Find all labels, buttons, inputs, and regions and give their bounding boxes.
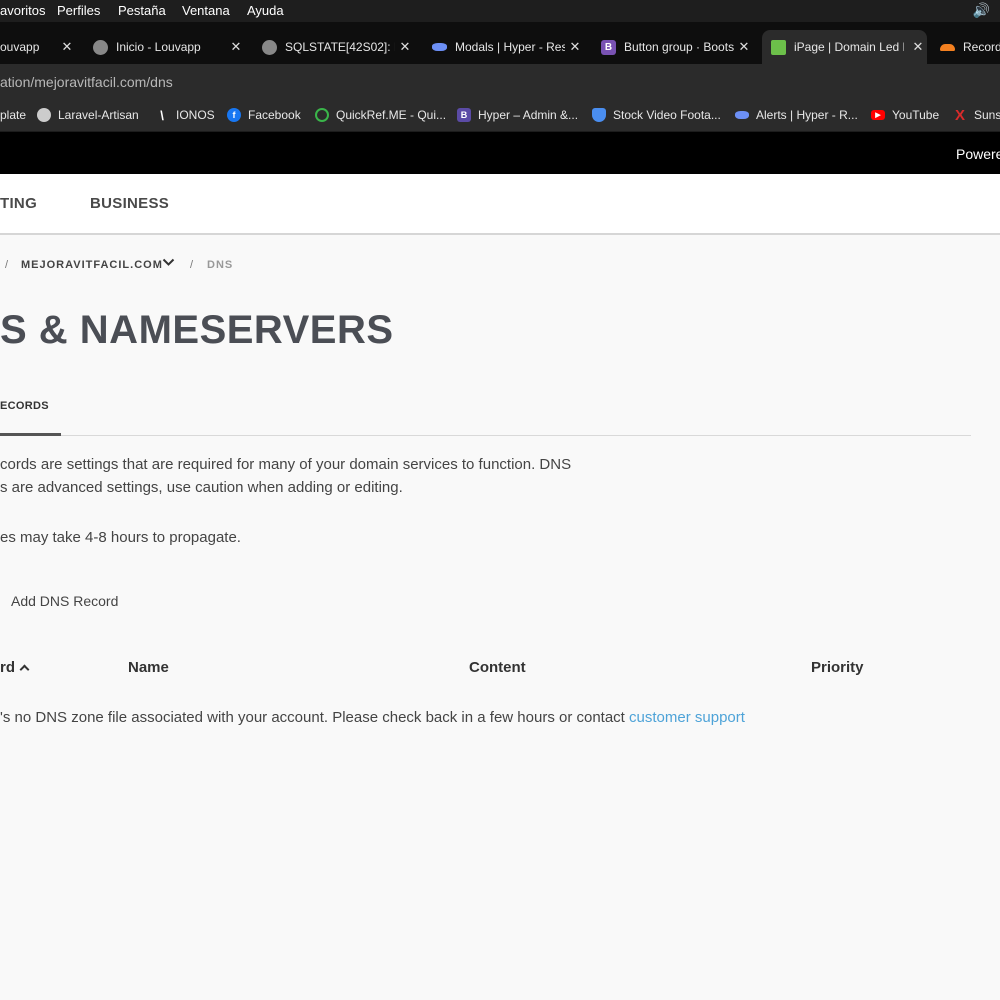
column-header-name[interactable]: Name	[128, 659, 169, 676]
tab-title: Inicio - Louvapp	[116, 40, 201, 54]
description-line-2: s are advanced settings, use caution whe…	[0, 479, 403, 496]
promo-text: Powere	[956, 146, 1000, 162]
empty-message-text: 's no DNS zone file associated with your…	[0, 709, 630, 726]
breadcrumb-domain[interactable]: MEJORAVITFACIL.COM	[21, 259, 163, 271]
tab-dns-records[interactable]: ECORDS	[0, 400, 49, 412]
breadcrumb-separator: /	[5, 259, 10, 271]
bookmark-label: Suns	[974, 108, 1000, 122]
active-tab-indicator	[0, 433, 61, 436]
bookmark-item[interactable]: Stock Video Foota...	[592, 108, 721, 122]
facebook-icon: f	[227, 108, 241, 122]
bookmark-label: plate	[0, 108, 27, 122]
menu-ayuda[interactable]: Ayuda	[247, 3, 284, 18]
chevron-down-icon[interactable]	[162, 256, 175, 270]
browser-tab[interactable]: B Button group · Boots ✕	[601, 32, 753, 62]
breadcrumb-current: DNS	[207, 259, 234, 271]
empty-table-message: 's no DNS zone file associated with your…	[0, 709, 745, 726]
globe-icon	[37, 108, 51, 122]
tab-title: iPage | Domain Led D	[794, 40, 904, 54]
browser-tab[interactable]: Inicio - Louvapp ✕	[93, 32, 245, 62]
tab-title: Button group · Boots	[624, 40, 734, 54]
bookmark-item[interactable]: B Hyper – Admin &...	[457, 108, 578, 122]
close-icon[interactable]: ✕	[911, 39, 925, 55]
menu-favoritos[interactable]: avoritos	[0, 3, 46, 18]
browser-tab[interactable]: Modals | Hyper - Res ✕	[432, 32, 584, 62]
menu-bar: avoritos Perfiles Pestaña Ventana Ayuda …	[0, 0, 1000, 22]
nav-item-business[interactable]: BUSINESS	[90, 195, 169, 212]
bookmark-item[interactable]: Laravel-Artisan	[37, 108, 139, 122]
tabs-divider	[0, 435, 971, 436]
column-header-record[interactable]: rd	[0, 659, 30, 676]
quickref-icon	[315, 108, 329, 122]
hyper-icon	[735, 111, 749, 119]
hyper-icon	[432, 43, 447, 51]
bookmark-item[interactable]: f Facebook	[227, 108, 301, 122]
bookmark-label: QuickRef.ME - Qui...	[336, 108, 447, 122]
close-icon[interactable]: ✕	[60, 39, 74, 55]
column-header-content[interactable]: Content	[469, 659, 526, 676]
close-icon[interactable]: ✕	[398, 39, 412, 55]
tab-title: Modals | Hyper - Res	[455, 40, 565, 54]
ionos-icon: \	[160, 107, 164, 123]
globe-icon	[93, 39, 108, 55]
bookmark-label: YouTube	[892, 108, 940, 122]
bookmark-label: IONOS	[176, 108, 215, 122]
cloud-icon	[940, 43, 955, 51]
chevron-up-icon	[19, 664, 30, 675]
tab-title: SQLSTATE[42S02]: B	[285, 40, 395, 54]
globe-icon	[262, 39, 277, 55]
propagation-note: es may take 4-8 hours to propagate.	[0, 529, 241, 546]
nav-item-hosting[interactable]: TING	[0, 195, 37, 212]
bookmark-item[interactable]: QuickRef.ME - Qui...	[315, 108, 446, 122]
site-nav: TING BUSINESS	[0, 174, 1000, 235]
description-line-1: cords are settings that are required for…	[0, 456, 572, 473]
close-icon[interactable]: ✕	[737, 39, 751, 55]
url-text[interactable]: ation/mejoravitfacil.com/dns	[0, 74, 173, 90]
bookmark-item[interactable]: Alerts | Hyper - R...	[735, 108, 858, 122]
menu-ventana[interactable]: Ventana	[182, 3, 230, 18]
menu-perfiles[interactable]: Perfiles	[57, 3, 100, 18]
menu-pestana[interactable]: Pestaña	[118, 3, 166, 18]
column-label: rd	[0, 659, 15, 676]
x-icon: X	[954, 106, 965, 124]
speaker-icon[interactable]: 🔊	[973, 2, 990, 19]
column-header-priority[interactable]: Priority	[811, 659, 864, 676]
browser-tab-active[interactable]: iPage | Domain Led D ✕	[762, 30, 927, 64]
youtube-icon: ▶	[871, 110, 885, 120]
ipage-icon	[771, 39, 786, 55]
browser-tab[interactable]: Record	[940, 32, 1000, 62]
bootstrap-icon: B	[457, 108, 471, 122]
bookmark-item[interactable]: plate	[0, 108, 26, 122]
close-icon[interactable]: ✕	[568, 39, 582, 55]
add-dns-record-button[interactable]: Add DNS Record	[11, 593, 118, 609]
bookmark-label: Alerts | Hyper - R...	[756, 108, 858, 122]
address-bar[interactable]: ation/mejoravitfacil.com/dns	[0, 64, 1000, 100]
bookmark-item[interactable]: \ IONOS	[155, 107, 215, 123]
bookmarks-bar: plate Laravel-Artisan \ IONOS f Facebook Q…	[0, 100, 1000, 132]
shield-icon	[592, 108, 606, 122]
tab-title: Record	[963, 40, 1000, 54]
bookmark-label: Hyper – Admin &...	[478, 108, 579, 122]
bookmark-item[interactable]: ▶ YouTube	[871, 108, 939, 122]
bootstrap-icon: B	[601, 39, 616, 55]
close-icon[interactable]: ✕	[229, 39, 243, 55]
breadcrumb-separator: /	[190, 259, 195, 271]
customer-support-link[interactable]: customer support	[629, 709, 745, 726]
bookmark-label: Stock Video Foota...	[613, 108, 721, 122]
page-title: S & NAMESERVERS	[0, 308, 394, 352]
bookmark-item[interactable]: X Suns	[953, 106, 1000, 124]
browser-tab[interactable]: ouvapp ✕	[0, 32, 76, 62]
tab-strip: ouvapp ✕ Inicio - Louvapp ✕ SQLSTATE[42S…	[0, 22, 1000, 64]
promo-bar: Powere	[0, 132, 1000, 174]
bookmark-label: Laravel-Artisan	[58, 108, 139, 122]
bookmark-label: Facebook	[248, 108, 301, 122]
browser-tab[interactable]: SQLSTATE[42S02]: B ✕	[262, 32, 414, 62]
